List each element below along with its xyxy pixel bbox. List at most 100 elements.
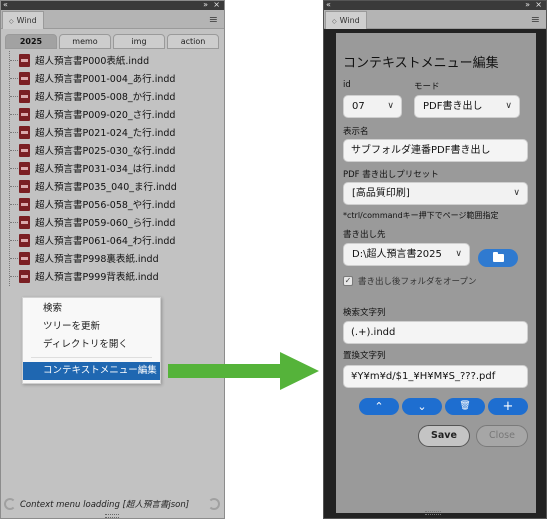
save-button[interactable]: Save bbox=[418, 425, 470, 447]
panel-tab-wind[interactable]: ◇ Wind bbox=[2, 11, 44, 29]
search-string-field[interactable]: (.+).indd bbox=[343, 321, 528, 344]
close-icon[interactable]: × bbox=[213, 0, 220, 10]
tab-action[interactable]: action bbox=[167, 34, 219, 49]
chevron-down-icon: ⌄ bbox=[417, 400, 427, 413]
file-name: 超人預言書P021-024_た行.indd bbox=[35, 128, 176, 139]
flow-arrow-icon bbox=[168, 352, 319, 390]
indesign-file-icon bbox=[19, 179, 30, 193]
chevron-down-icon: ∨ bbox=[387, 101, 394, 111]
chevron-down-icon: ∨ bbox=[513, 188, 520, 198]
panel-menu-icon[interactable]: ≡ bbox=[531, 14, 540, 25]
indesign-file-icon bbox=[19, 233, 30, 247]
panel-title-bar: « » × bbox=[324, 0, 546, 10]
indesign-file-icon bbox=[19, 269, 30, 283]
menu-separator bbox=[31, 357, 152, 358]
context-menu: 検索 ツリーを更新 ディレクトリを開く コンテキストメニュー編集 bbox=[22, 297, 161, 384]
menu-item-edit-context-menu[interactable]: コンテキストメニュー編集 bbox=[23, 362, 160, 380]
panel-header: ◇ Wind ≡ bbox=[1, 10, 224, 29]
file-name: 超人預言書P025-030_な行.indd bbox=[35, 146, 176, 157]
tree-item[interactable]: 超人預言書P998裏表紙.indd bbox=[10, 250, 210, 266]
tree-item[interactable]: 超人預言書P035_040_ま行.indd bbox=[10, 178, 210, 194]
loading-icon bbox=[208, 498, 220, 510]
indesign-file-icon bbox=[19, 143, 30, 157]
expand-icon[interactable]: » bbox=[525, 0, 530, 10]
dialog-title: コンテキストメニュー編集 bbox=[343, 56, 499, 71]
pdf-preset-value: [高品質印刷] bbox=[352, 188, 410, 199]
output-folder-select[interactable]: D:\超人預言書2025 ∨ bbox=[343, 243, 470, 266]
tree-item[interactable]: 超人預言書P001-004_あ行.indd bbox=[10, 70, 210, 86]
panel-tab-label: Wind bbox=[16, 16, 37, 25]
indesign-file-icon bbox=[19, 215, 30, 229]
close-button[interactable]: Close bbox=[476, 425, 528, 447]
display-name-field[interactable]: サブフォルダ連番PDF書き出し bbox=[343, 139, 528, 162]
chevron-down-icon: ∨ bbox=[455, 249, 462, 259]
file-name: 超人預言書P000表紙.indd bbox=[35, 56, 150, 67]
file-tree: 超人預言書P000表紙.indd 超人預言書P001-004_あ行.indd 超… bbox=[9, 51, 214, 286]
file-name: 超人預言書P005-008_か行.indd bbox=[35, 92, 176, 103]
tree-item[interactable]: 超人預言書P056-058_や行.indd bbox=[10, 196, 210, 212]
folder-tabs: 2025 memo img action bbox=[5, 34, 220, 49]
tab-memo[interactable]: memo bbox=[59, 34, 111, 49]
chevron-down-icon: ∨ bbox=[505, 101, 512, 111]
output-folder-label: 書き出し先 bbox=[343, 230, 386, 240]
tab-2025[interactable]: 2025 bbox=[5, 34, 57, 49]
mode-value: PDF書き出し bbox=[423, 101, 483, 112]
context-menu-editor-dialog: コンテキストメニュー編集 id 07 ∨ モード PDF書き出し ∨ 表示名 サ… bbox=[336, 33, 536, 513]
menu-item-search[interactable]: 検索 bbox=[23, 300, 160, 318]
tree-item[interactable]: 超人預言書P061-064_わ行.indd bbox=[10, 232, 210, 248]
pdf-preset-select[interactable]: [高品質印刷] ∨ bbox=[343, 182, 528, 205]
output-folder-value: D:\超人預言書2025 bbox=[352, 249, 442, 260]
mode-select[interactable]: PDF書き出し ∨ bbox=[414, 95, 520, 118]
tree-item[interactable]: 超人預言書P021-024_た行.indd bbox=[10, 124, 210, 140]
panel-title-bar: « » × bbox=[1, 0, 224, 10]
open-folder-checkbox[interactable]: ✓ bbox=[343, 276, 353, 286]
tree-item[interactable]: 超人預言書P059-060_ら行.indd bbox=[10, 214, 210, 230]
menu-item-refresh-tree[interactable]: ツリーを更新 bbox=[23, 318, 160, 336]
file-name: 超人預言書P031-034_は行.indd bbox=[35, 164, 176, 175]
id-value: 07 bbox=[352, 101, 365, 112]
left-panel: « » × ◇ Wind ≡ 2025 memo img action 超人預言書… bbox=[0, 0, 225, 519]
indesign-file-icon bbox=[19, 53, 30, 67]
id-select[interactable]: 07 ∨ bbox=[343, 95, 402, 118]
panel-tab-label: Wind bbox=[339, 16, 360, 25]
pdf-preset-label: PDF 書き出しプリセット bbox=[343, 170, 439, 180]
indesign-file-icon bbox=[19, 89, 30, 103]
add-button[interactable]: + bbox=[488, 398, 528, 415]
close-icon[interactable]: × bbox=[535, 0, 542, 10]
tab-arrows-icon: ◇ bbox=[332, 18, 337, 25]
tree-item[interactable]: 超人預言書P000表紙.indd bbox=[10, 52, 210, 68]
search-string-label: 検索文字列 bbox=[343, 308, 386, 318]
file-name: 超人預言書P061-064_わ行.indd bbox=[35, 236, 176, 247]
tab-arrows-icon: ◇ bbox=[9, 18, 14, 25]
file-name: 超人預言書P059-060_ら行.indd bbox=[35, 218, 176, 229]
panel-menu-icon[interactable]: ≡ bbox=[209, 14, 218, 25]
tree-item[interactable]: 超人預言書P005-008_か行.indd bbox=[10, 88, 210, 104]
file-name: 超人預言書P998裏表紙.indd bbox=[35, 254, 159, 265]
status-text: Context menu loadding [超人預言書json] bbox=[20, 500, 190, 510]
status-bar: Context menu loadding [超人預言書json] bbox=[2, 496, 223, 512]
panel-tab-wind[interactable]: ◇ Wind bbox=[325, 11, 367, 29]
right-panel: « » × ◇ Wind ≡ コンテキストメニュー編集 id 07 ∨ モード P… bbox=[323, 0, 547, 519]
resize-grip[interactable] bbox=[425, 511, 441, 515]
move-down-button[interactable]: ⌄ bbox=[402, 398, 442, 415]
indesign-file-icon bbox=[19, 251, 30, 265]
collapse-icon[interactable]: « bbox=[326, 0, 331, 10]
file-name: 超人預言書P056-058_や行.indd bbox=[35, 200, 176, 211]
tree-item[interactable]: 超人預言書P999背表紙.indd bbox=[10, 268, 210, 284]
resize-grip[interactable] bbox=[105, 514, 119, 518]
expand-icon[interactable]: » bbox=[203, 0, 208, 10]
open-folder-checkbox-label: 書き出し後フォルダをオープン bbox=[358, 277, 477, 287]
menu-item-open-directory[interactable]: ディレクトリを開く bbox=[23, 336, 160, 354]
collapse-icon[interactable]: « bbox=[3, 0, 8, 10]
tree-item[interactable]: 超人預言書P009-020_さ行.indd bbox=[10, 106, 210, 122]
tree-item[interactable]: 超人預言書P031-034_は行.indd bbox=[10, 160, 210, 176]
display-name-label: 表示名 bbox=[343, 127, 369, 137]
open-folder-button[interactable] bbox=[478, 249, 518, 267]
tree-item[interactable]: 超人預言書P025-030_な行.indd bbox=[10, 142, 210, 158]
delete-button[interactable]: 🗑 bbox=[445, 398, 485, 415]
move-up-button[interactable]: ⌃ bbox=[359, 398, 399, 415]
replace-string-field[interactable]: ¥Y¥m¥d/$1_¥H¥M¥S_???.pdf bbox=[343, 365, 528, 388]
folder-icon bbox=[493, 252, 504, 262]
tab-img[interactable]: img bbox=[113, 34, 165, 49]
chevron-up-icon: ⌃ bbox=[374, 400, 384, 413]
